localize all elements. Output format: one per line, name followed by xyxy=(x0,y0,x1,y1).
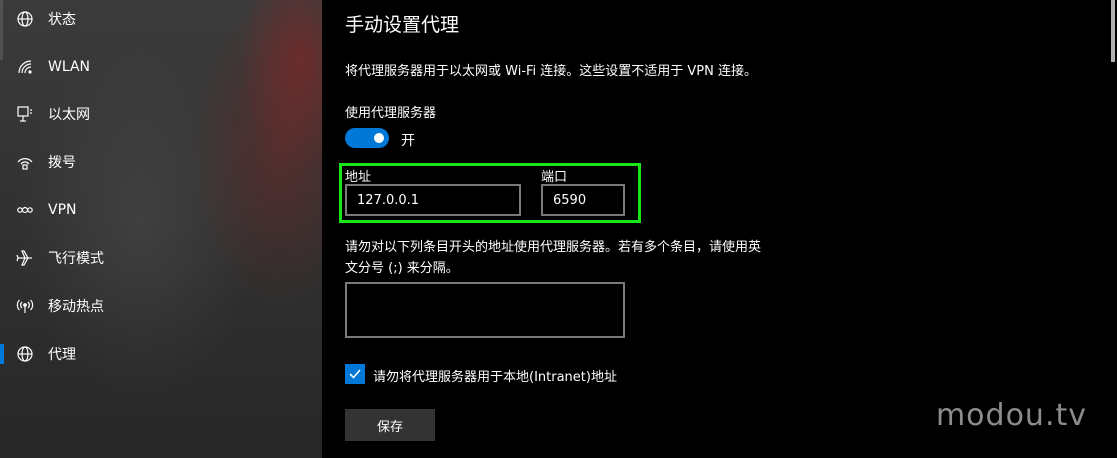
port-value: 6590 xyxy=(553,192,587,208)
main-panel: 手动设置代理 将代理服务器用于以太网或 Wi-Fi 连接。这些设置不适用于 VP… xyxy=(322,0,1117,458)
checkmark-icon xyxy=(349,369,361,379)
proxy-description: 将代理服务器用于以太网或 Wi-Fi 连接。这些设置不适用于 VPN 连接。 xyxy=(345,64,758,79)
exceptions-description: 请勿对以下列条目开头的地址使用代理服务器。若有多个条目，请使用英 文分号 (;)… xyxy=(345,237,825,279)
exceptions-desc-line: 请勿对以下列条目开头的地址使用代理服务器。若有多个条目，请使用英 xyxy=(345,240,762,255)
sidebar-item-label: 以太网 xyxy=(48,107,90,123)
address-label: 地址 xyxy=(345,170,372,185)
globe-icon xyxy=(16,10,34,28)
sidebar-item-label: VPN xyxy=(48,202,77,218)
sidebar-item-airplane[interactable]: 飞行模式 xyxy=(0,236,322,280)
sidebar-item-label: WLAN xyxy=(48,59,91,75)
address-input[interactable]: 127.0.0.1 xyxy=(345,184,521,216)
sidebar-item-label: 飞行模式 xyxy=(48,251,104,267)
scrollbar[interactable] xyxy=(1111,0,1115,62)
bypass-local-label: 请勿将代理服务器用于本地(Intranet)地址 xyxy=(373,370,617,385)
sidebar-item-dialup[interactable]: 拨号 xyxy=(0,140,322,184)
sidebar-item-label: 状态 xyxy=(48,12,76,28)
ethernet-icon xyxy=(16,105,34,123)
page-title: 手动设置代理 xyxy=(345,14,460,36)
save-button[interactable]: 保存 xyxy=(345,409,435,441)
toggle-knob xyxy=(374,133,384,143)
use-proxy-toggle[interactable] xyxy=(345,128,389,148)
sidebar-item-proxy[interactable]: 代理 xyxy=(0,332,322,376)
sidebar-item-hotspot[interactable]: 移动热点 xyxy=(0,284,322,328)
toggle-state-label: 开 xyxy=(401,133,415,149)
vpn-icon xyxy=(16,201,34,219)
sidebar-item-ethernet[interactable]: 以太网 xyxy=(0,92,322,136)
sidebar-item-status[interactable]: 状态 xyxy=(0,0,322,41)
bypass-local-checkbox[interactable] xyxy=(345,364,365,384)
use-proxy-label: 使用代理服务器 xyxy=(345,106,437,121)
hotspot-icon xyxy=(16,297,34,315)
settings-window: 状态 WLAN 以太网 拨号 VPN 飞行模式 移动热点 代理 手动设置代理 将… xyxy=(0,0,1117,458)
sidebar-item-wlan[interactable]: WLAN xyxy=(0,45,322,89)
globe-icon xyxy=(16,345,34,363)
airplane-icon xyxy=(16,249,34,267)
port-label: 端口 xyxy=(541,170,568,185)
sidebar-item-label: 代理 xyxy=(48,347,76,363)
dialup-icon xyxy=(16,153,34,171)
selected-indicator xyxy=(0,344,4,364)
sidebar-item-label: 拨号 xyxy=(48,155,76,171)
sidebar-item-vpn[interactable]: VPN xyxy=(0,188,322,232)
address-value: 127.0.0.1 xyxy=(357,192,420,208)
sidebar: 状态 WLAN 以太网 拨号 VPN 飞行模式 移动热点 代理 xyxy=(0,0,322,458)
sidebar-item-label: 移动热点 xyxy=(48,299,104,315)
watermark: modou.tv xyxy=(935,398,1087,433)
exceptions-input[interactable] xyxy=(345,282,625,338)
wifi-icon xyxy=(16,58,34,76)
exceptions-desc-line: 文分号 (;) 来分隔。 xyxy=(345,261,459,276)
port-input[interactable]: 6590 xyxy=(541,184,625,216)
